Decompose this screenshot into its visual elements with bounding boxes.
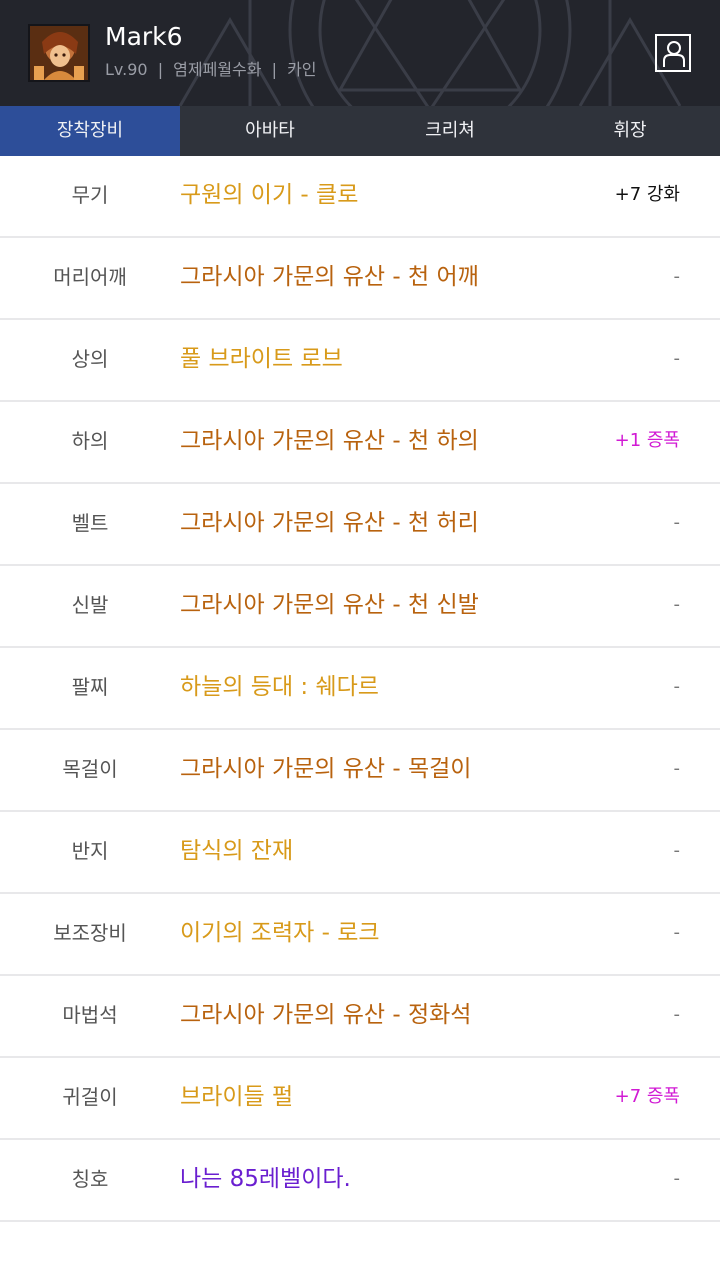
equipment-upgrade-status: +7 강화 [614,184,680,205]
equipment-upgrade-status: - [673,266,681,287]
equipment-row[interactable]: 팔찌 하늘의 등대 : 쉐다르 - [0,648,720,730]
equipment-row[interactable]: 보조장비 이기의 조력자 - 로크 - [0,894,720,976]
equipment-slot-label: 하의 [71,429,109,453]
equipment-row[interactable]: 하의 그라시아 가문의 유산 - 천 하의 +1 증폭 [0,402,720,484]
equipment-row[interactable]: 마법석 그라시아 가문의 유산 - 정화석 - [0,976,720,1058]
equipment-upgrade-status: - [673,840,681,861]
equipment-row[interactable]: 상의 풀 브라이트 로브 - [0,320,720,402]
profile-button[interactable] [655,34,691,72]
equipment-upgrade-status: - [673,512,681,533]
character-info: Lv.90 | 염제페월수화 | 카인 [105,58,317,82]
equipment-slot-label: 무기 [71,183,109,207]
tab-equipment[interactable]: 장착장비 [0,106,180,156]
equipment-row[interactable]: 귀걸이 브라이들 펄 +7 증폭 [0,1058,720,1140]
equipment-row[interactable]: 머리어깨 그라시아 가문의 유산 - 천 어깨 - [0,238,720,320]
info-separator: | [157,60,164,79]
equipment-slot-label: 칭호 [71,1167,109,1191]
equipment-slot-label: 보조장비 [53,921,127,945]
equipment-list: 무기 구원의 이기 - 클로 +7 강화머리어깨 그라시아 가문의 유산 - 천 어깨… [0,156,720,1222]
equipment-slot-label: 상의 [71,347,109,371]
equipment-item-name[interactable]: 그라시아 가문의 유산 - 목걸이 [180,730,471,810]
character-name: Mark6 [105,22,183,51]
equipment-upgrade-status: - [673,922,681,943]
equipment-item-name[interactable]: 하늘의 등대 : 쉐다르 [180,648,379,728]
equipment-upgrade-status: +1 증폭 [614,430,680,451]
tab-bar: 장착장비 아바타 크리쳐 휘장 [0,106,720,156]
equipment-item-name[interactable]: 그라시아 가문의 유산 - 천 신발 [180,566,479,646]
equipment-slot-label: 신발 [71,593,109,617]
equipment-item-name[interactable]: 나는 85레벨이다. [180,1140,351,1220]
equipment-upgrade-status: - [673,1168,681,1189]
tab-avatar[interactable]: 아바타 [180,106,360,156]
equipment-item-name[interactable]: 그라시아 가문의 유산 - 천 허리 [180,484,479,564]
equipment-item-name[interactable]: 이기의 조력자 - 로크 [180,894,380,974]
equipment-slot-label: 귀걸이 [62,1085,118,1109]
character-level: Lv.90 [105,60,148,79]
equipment-item-name[interactable]: 탐식의 잔재 [180,812,293,892]
character-avatar[interactable] [28,24,90,82]
equipment-slot-label: 머리어깨 [53,265,127,289]
equipment-slot-label: 마법석 [62,1003,118,1027]
equipment-slot-label: 목걸이 [62,757,118,781]
equipment-item-name[interactable]: 그라시아 가문의 유산 - 천 하의 [180,402,479,482]
equipment-item-name[interactable]: 그라시아 가문의 유산 - 정화석 [180,976,471,1056]
equipment-slot-label: 팔찌 [71,675,109,699]
character-server: 염제페월수화 [173,60,262,79]
tab-emblem[interactable]: 휘장 [540,106,720,156]
equipment-upgrade-status: - [673,676,681,697]
equipment-upgrade-status: - [673,594,681,615]
character-guild: 카인 [287,60,317,79]
equipment-item-name[interactable]: 풀 브라이트 로브 [180,320,343,400]
equipment-row[interactable]: 칭호 나는 85레벨이다. - [0,1140,720,1222]
equipment-item-name[interactable]: 그라시아 가문의 유산 - 천 어깨 [180,238,479,318]
person-icon [663,41,685,67]
character-portrait-icon [30,26,88,80]
equipment-item-name[interactable]: 구원의 이기 - 클로 [180,156,358,236]
equipment-upgrade-status: +7 증폭 [614,1086,680,1107]
tab-creature[interactable]: 크리쳐 [360,106,540,156]
character-header: Mark6 Lv.90 | 염제페월수화 | 카인 [0,0,720,106]
equipment-slot-label: 반지 [71,839,109,863]
equipment-upgrade-status: - [673,348,681,369]
equipment-row[interactable]: 목걸이 그라시아 가문의 유산 - 목걸이 - [0,730,720,812]
equipment-upgrade-status: - [673,1004,681,1025]
equipment-item-name[interactable]: 브라이들 펄 [180,1058,293,1138]
equipment-row[interactable]: 무기 구원의 이기 - 클로 +7 강화 [0,156,720,238]
equipment-row[interactable]: 신발 그라시아 가문의 유산 - 천 신발 - [0,566,720,648]
equipment-slot-label: 벨트 [71,511,109,535]
equipment-row[interactable]: 반지 탐식의 잔재 - [0,812,720,894]
equipment-upgrade-status: - [673,758,681,779]
equipment-row[interactable]: 벨트 그라시아 가문의 유산 - 천 허리 - [0,484,720,566]
info-separator: | [271,60,277,79]
